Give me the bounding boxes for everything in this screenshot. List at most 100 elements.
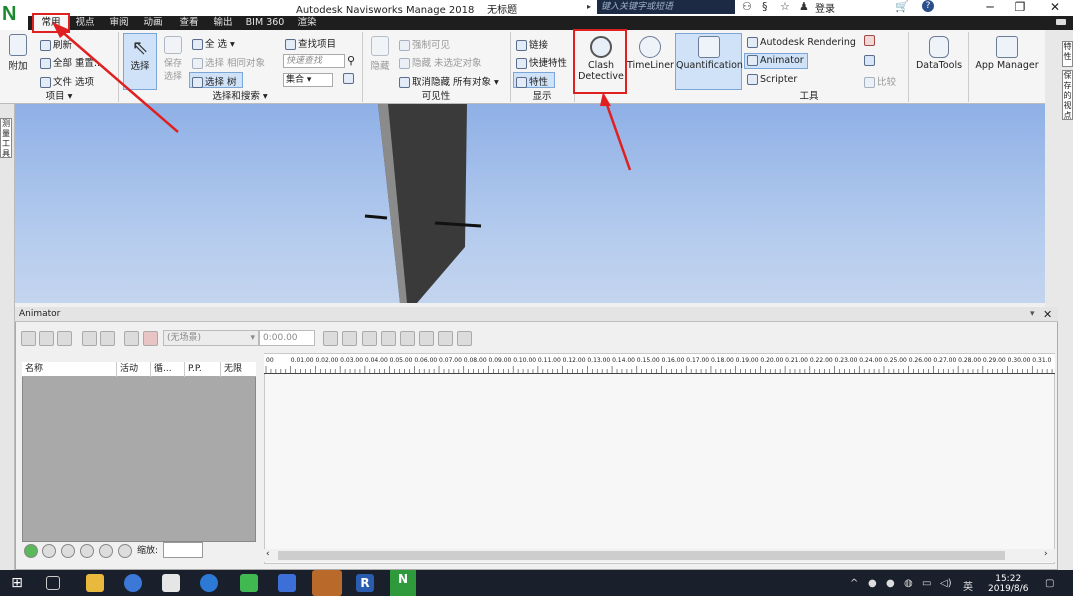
binoculars-icon[interactable]: ⚇ <box>742 0 752 13</box>
play-icon[interactable] <box>419 331 434 346</box>
measure-tools-tab[interactable]: 测量工具 <box>0 118 12 158</box>
add-scene-icon[interactable] <box>21 331 36 346</box>
move-up-icon[interactable] <box>61 544 75 558</box>
animator-close-button[interactable]: ✕ <box>1043 308 1052 321</box>
tab-render[interactable]: 渲染 <box>292 16 322 30</box>
append-button[interactable]: 附加 <box>4 34 32 72</box>
navisworks-icon[interactable]: N <box>390 570 416 596</box>
scene-tree[interactable] <box>22 362 256 542</box>
selection-tree-button[interactable]: 选择 树 <box>192 74 237 88</box>
system-clock[interactable]: 15:22 2019/8/6 <box>988 574 1028 594</box>
scroll-right-icon[interactable]: › <box>1044 549 1048 559</box>
zoom-out-icon[interactable] <box>118 544 132 558</box>
scale-icon[interactable] <box>100 331 115 346</box>
save-selection-button[interactable]: 保存选择 <box>160 36 186 82</box>
subscription-icon[interactable]: § <box>762 0 768 13</box>
links-button[interactable]: 链接 <box>516 37 548 51</box>
tray-expand-icon[interactable]: ^ <box>850 578 858 589</box>
column-loop[interactable]: 循... <box>151 362 185 377</box>
zoom-input[interactable] <box>163 542 203 558</box>
windows-start-icon[interactable]: ⊞ <box>8 574 26 592</box>
store-icon[interactable] <box>162 574 180 592</box>
unhide-all-button[interactable]: 取消隐藏 所有对象 ▾ <box>399 74 499 88</box>
saved-viewpoints-tab[interactable]: 保存的视点 <box>1062 70 1073 120</box>
ime-indicator[interactable]: 英 <box>963 578 973 593</box>
tab-review[interactable]: 审阅 <box>104 16 134 30</box>
ribbon-minimize-icon[interactable] <box>1056 19 1066 25</box>
stop-icon[interactable] <box>400 331 415 346</box>
task-view-icon[interactable] <box>46 576 60 590</box>
minimize-button[interactable]: ─ <box>975 0 1005 14</box>
quick-properties-button[interactable]: 快捷特性 <box>516 55 567 69</box>
qq-icon[interactable]: ● <box>886 578 895 589</box>
remove-icon[interactable] <box>42 544 56 558</box>
properties-button[interactable]: 特性 <box>516 74 548 88</box>
select-button[interactable]: ⇖ 选择 <box>124 36 156 72</box>
timeline-area[interactable] <box>264 353 1055 564</box>
force-visible-button[interactable]: 强制可见 <box>399 37 450 51</box>
sets-dropdown[interactable]: 集合 ▾ <box>283 73 333 87</box>
wechat-icon[interactable]: ● <box>868 578 877 589</box>
search-expand-icon[interactable]: ▸ <box>587 2 591 11</box>
group-select-search[interactable]: 选择和搜索 ▾ <box>118 91 362 103</box>
cart-icon[interactable]: 🛒 <box>895 0 909 13</box>
transparency-icon[interactable] <box>143 331 158 346</box>
file-explorer-icon[interactable] <box>86 574 104 592</box>
tab-view[interactable]: 查看 <box>174 16 204 30</box>
column-name[interactable]: 名称 <box>22 362 117 377</box>
translate-icon[interactable] <box>57 331 72 346</box>
capture-keyframe-icon[interactable] <box>39 331 54 346</box>
step-back-icon[interactable] <box>342 331 357 346</box>
tab-output[interactable]: 输出 <box>208 16 238 30</box>
compare-button[interactable]: 比较 <box>864 74 896 88</box>
app-manager-button[interactable]: App Manager <box>972 36 1042 71</box>
scroll-left-icon[interactable]: ‹ <box>266 549 270 559</box>
fast-forward-icon[interactable] <box>457 331 472 346</box>
scripter-button[interactable]: Scripter <box>747 74 797 85</box>
batch-utility-icon[interactable] <box>864 55 877 66</box>
application-menu-button[interactable]: N <box>0 0 28 30</box>
refresh-button[interactable]: 刷新 <box>40 37 72 51</box>
restore-button[interactable]: ❐ <box>1005 0 1035 14</box>
rewind-icon[interactable] <box>323 331 338 346</box>
quick-find-search-icon[interactable]: ⚲ <box>347 54 355 67</box>
notifications-icon[interactable]: ▢ <box>1045 578 1054 589</box>
column-infinite[interactable]: 无限 <box>221 362 256 377</box>
hide-button[interactable]: 隐藏 <box>366 36 394 72</box>
appearance-profiler-icon[interactable] <box>864 35 877 46</box>
wps-icon[interactable] <box>278 574 296 592</box>
display-icon[interactable]: ▭ <box>922 578 931 589</box>
play-reverse-icon[interactable] <box>362 331 377 346</box>
color-icon[interactable] <box>124 331 139 346</box>
volume-icon[interactable]: ◁) <box>940 578 952 589</box>
pause-icon[interactable] <box>381 331 396 346</box>
close-button[interactable]: ✕ <box>1040 0 1070 14</box>
chrome-icon[interactable] <box>312 570 342 596</box>
rotate-icon[interactable] <box>82 331 97 346</box>
search-input[interactable]: 键入关键字或短语 <box>597 0 735 14</box>
pin-icon[interactable]: ▾ <box>1030 308 1035 321</box>
move-down-icon[interactable] <box>80 544 94 558</box>
tab-viewpoint[interactable]: 视点 <box>70 16 100 30</box>
column-pp[interactable]: P.P. <box>185 362 221 377</box>
find-items-button[interactable]: 查找项目 <box>285 36 336 50</box>
media-player-icon[interactable] <box>240 574 258 592</box>
step-forward-icon[interactable] <box>438 331 453 346</box>
autodesk-rendering-button[interactable]: Autodesk Rendering <box>747 37 856 48</box>
datatools-button[interactable]: DataTools <box>912 36 966 71</box>
favorites-star-icon[interactable]: ☆ <box>780 0 790 13</box>
column-active[interactable]: 活动 <box>117 362 151 377</box>
edge-icon[interactable] <box>200 574 218 592</box>
scrollbar-thumb[interactable] <box>278 551 1005 560</box>
quick-find-input[interactable]: 快速查找 <box>283 54 345 68</box>
tab-animation[interactable]: 动画 <box>138 16 168 30</box>
select-same-button[interactable]: 选择 相同对象 <box>192 55 265 69</box>
time-field[interactable]: 0:00.00 <box>259 330 315 346</box>
properties-tab[interactable]: 特性 <box>1062 41 1073 67</box>
tab-bim360[interactable]: BIM 360 <box>242 16 288 30</box>
quantification-button[interactable]: Quantification <box>676 36 743 71</box>
group-project[interactable]: 项目 ▾ <box>0 91 118 103</box>
timeline-ruler[interactable]: 00 0.01.00 0.02.00 0.03.00 0.04.00 0.05.00 0.0… <box>264 354 1055 374</box>
reset-all-button[interactable]: 全部 重置... <box>40 55 103 69</box>
scene-viewport[interactable] <box>15 104 1045 303</box>
